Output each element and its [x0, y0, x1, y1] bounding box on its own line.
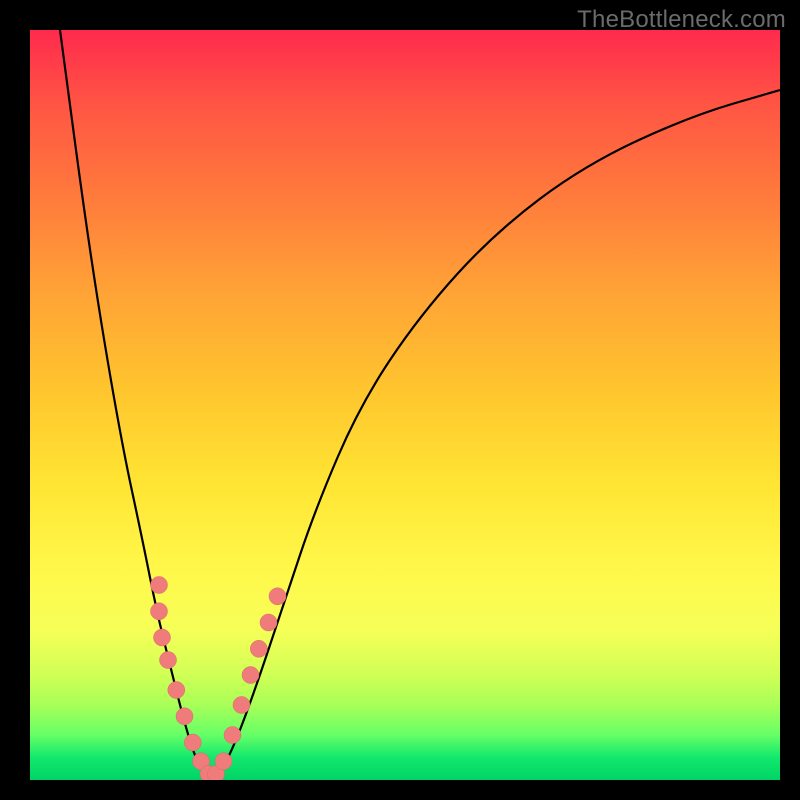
data-marker: [250, 640, 267, 657]
data-marker: [215, 753, 232, 770]
data-marker: [184, 734, 201, 751]
chart-svg: [30, 30, 780, 780]
data-marker: [151, 603, 168, 620]
plot-area: [30, 30, 780, 780]
data-marker: [260, 614, 277, 631]
data-marker: [224, 727, 241, 744]
data-marker: [233, 697, 250, 714]
data-marker: [176, 708, 193, 725]
data-marker: [151, 577, 168, 594]
data-marker: [160, 652, 177, 669]
data-marker: [269, 588, 286, 605]
watermark-label: TheBottleneck.com: [577, 6, 786, 34]
data-marker: [168, 682, 185, 699]
data-marker: [154, 629, 171, 646]
chart-frame: TheBottleneck.com: [0, 0, 800, 800]
data-marker: [242, 667, 259, 684]
markers-group: [151, 577, 287, 781]
